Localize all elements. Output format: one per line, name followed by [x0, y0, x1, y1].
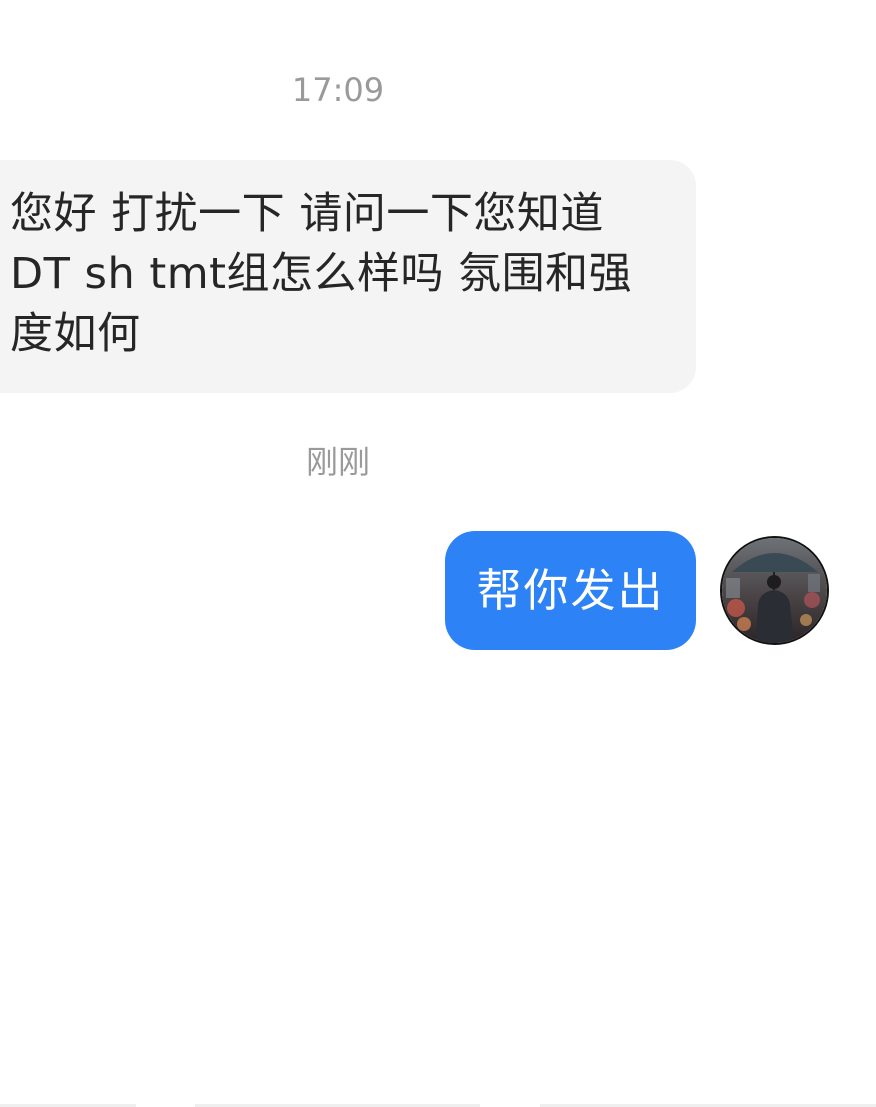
- outgoing-message-bubble[interactable]: 帮你发出: [445, 531, 696, 650]
- incoming-message-text: 您好 打扰一下 请问一下您知道DT sh tmt组怎么样吗 氛围和强度如何: [10, 189, 633, 359]
- outgoing-message-text: 帮你发出: [476, 564, 665, 617]
- incoming-message-bubble[interactable]: 您好 打扰一下 请问一下您知道DT sh tmt组怎么样吗 氛围和强度如何: [0, 160, 696, 393]
- message-timestamp: 刚刚: [305, 443, 370, 481]
- message-timestamp: 17:09: [291, 71, 385, 109]
- user-avatar[interactable]: [720, 536, 829, 645]
- avatar-icon: [722, 538, 827, 643]
